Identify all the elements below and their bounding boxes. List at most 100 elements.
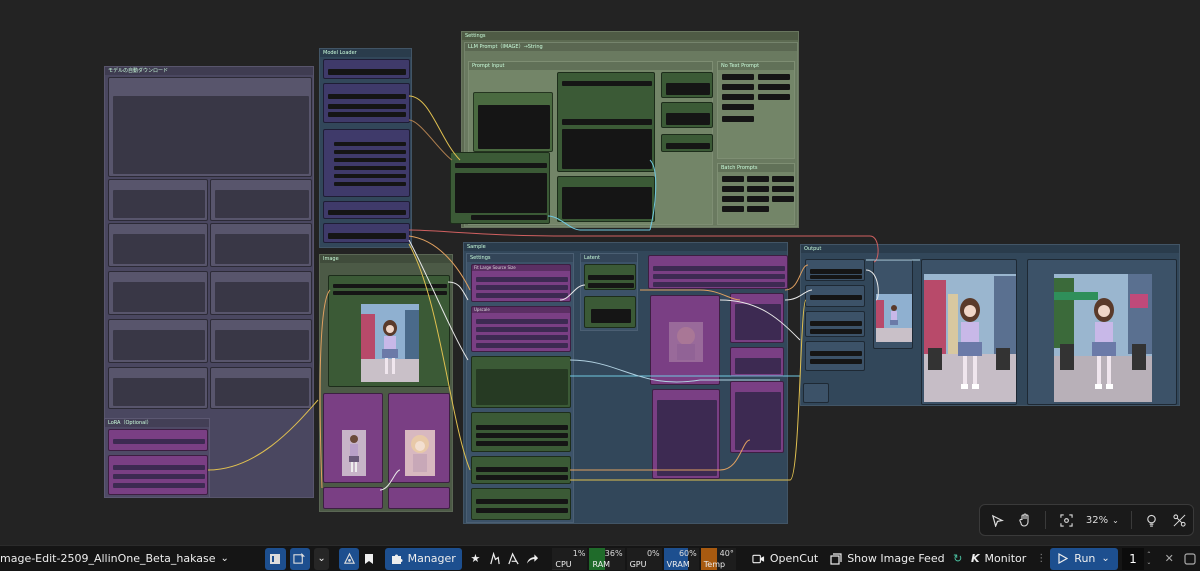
gpu-usage-value: 0% xyxy=(646,548,660,558)
download-node[interactable] xyxy=(108,179,208,221)
preview-node[interactable] xyxy=(650,295,720,385)
batch-count-input[interactable]: 1 xyxy=(1121,547,1145,570)
opencut-button[interactable]: OpenCut xyxy=(746,548,824,570)
vae-loader-node[interactable] xyxy=(323,201,410,219)
image-node[interactable] xyxy=(730,381,784,453)
node-canvas[interactable]: モデルの自動ダウンロード LoRA（Optional） Model Loader… xyxy=(0,0,1200,545)
chevron-down-icon[interactable]: ⌄ xyxy=(314,547,329,570)
share-icon[interactable] xyxy=(523,548,542,570)
workflow-tab[interactable]: mage-Edit-2509_AllinOne_Beta_hakase ⌄ xyxy=(0,548,233,570)
text-node[interactable] xyxy=(652,389,720,479)
link-visibility-icon[interactable] xyxy=(1165,506,1193,534)
image-node[interactable] xyxy=(730,347,784,377)
text-encode-node[interactable] xyxy=(450,152,550,224)
latent-node[interactable] xyxy=(584,296,636,328)
group-batch-prompt[interactable]: Batch Prompts xyxy=(717,163,795,225)
string-node[interactable] xyxy=(661,102,713,128)
video-icon xyxy=(752,554,764,563)
queue-panel-button[interactable] xyxy=(264,547,286,570)
image-node[interactable] xyxy=(388,487,450,509)
model-sampling-node[interactable] xyxy=(323,223,410,243)
bookmark-icon[interactable] xyxy=(359,548,378,570)
flow-icon[interactable] xyxy=(485,548,504,570)
compare-node[interactable] xyxy=(873,259,913,349)
gpu-usage-label: GPU xyxy=(629,559,647,569)
group-image[interactable]: Image xyxy=(319,254,453,512)
step-up-icon[interactable]: ⌃ xyxy=(1146,551,1151,559)
group-sample[interactable]: Sample Settings Fit Large Source Size Up… xyxy=(463,242,788,524)
vram-usage-value: 60% xyxy=(678,548,697,558)
save-node[interactable] xyxy=(805,341,865,371)
download-node[interactable] xyxy=(108,367,208,409)
fit-large-source-size-node[interactable]: Fit Large Source Size xyxy=(471,264,571,302)
image-node[interactable] xyxy=(323,487,383,509)
output-preview-node[interactable] xyxy=(1027,259,1177,405)
download-node[interactable] xyxy=(108,223,208,267)
monitor-button[interactable]: K Monitor xyxy=(965,548,1032,570)
image-to-prompt-node[interactable] xyxy=(557,72,655,172)
load-image-node[interactable] xyxy=(328,275,450,387)
group-title: Latent xyxy=(581,254,637,262)
image-feed-icon xyxy=(830,552,842,565)
refresh-icon[interactable]: ↻ xyxy=(951,548,965,570)
sampler-node[interactable] xyxy=(471,488,571,520)
small-node[interactable] xyxy=(803,383,829,403)
download-node[interactable] xyxy=(210,223,312,267)
unet-loader-node[interactable] xyxy=(323,59,410,79)
download-node[interactable] xyxy=(210,179,312,221)
download-node[interactable] xyxy=(210,271,312,315)
save-node[interactable] xyxy=(805,259,865,281)
zoom-level-dropdown[interactable]: 32% ⌄ xyxy=(1080,515,1125,526)
string-node[interactable] xyxy=(661,72,713,98)
downloader-node[interactable] xyxy=(108,77,312,177)
fit-view-icon[interactable] xyxy=(1052,506,1080,534)
stepper[interactable]: ⌃ ⌄ xyxy=(1144,548,1154,570)
group-no-text-prompt[interactable]: No Text Prompt xyxy=(717,61,795,159)
image-preview-node[interactable] xyxy=(323,393,383,483)
sampler-node[interactable] xyxy=(471,356,571,408)
download-node[interactable] xyxy=(210,367,312,409)
cpu-usage-fill xyxy=(552,568,569,570)
sampler-node[interactable] xyxy=(471,456,571,484)
image-edit-button[interactable] xyxy=(289,547,311,570)
bulb-icon[interactable] xyxy=(1138,506,1166,534)
manager-button[interactable]: Manager xyxy=(384,547,462,570)
show-image-feed-button[interactable]: Show Image Feed xyxy=(824,548,950,570)
panel-icon[interactable] xyxy=(1181,548,1200,570)
run-button[interactable]: Run ⌄ xyxy=(1050,547,1118,570)
clip-loader-node[interactable] xyxy=(323,83,410,123)
text-node[interactable] xyxy=(473,92,553,152)
ksampler-node[interactable] xyxy=(648,255,788,289)
latent-node[interactable] xyxy=(584,264,636,290)
group-latent[interactable]: Latent xyxy=(580,253,638,331)
close-icon[interactable]: ✕ xyxy=(1160,548,1179,570)
prompt-output-node[interactable] xyxy=(557,176,655,222)
step-down-icon[interactable]: ⌄ xyxy=(1146,559,1151,567)
string-node[interactable] xyxy=(661,134,713,152)
group-settings-2[interactable]: Settings Fit Large Source Size Upscale xyxy=(466,253,574,523)
puzzle-icon xyxy=(391,554,403,564)
star-icon[interactable]: ★ xyxy=(466,548,485,570)
flow-alt-icon[interactable] xyxy=(504,548,523,570)
drag-handle-icon[interactable]: ⋮ xyxy=(1036,548,1046,570)
sampler-node[interactable] xyxy=(471,412,571,452)
image-preview-node[interactable] xyxy=(388,393,450,483)
lora-loader-node[interactable] xyxy=(108,455,208,495)
group-model-loader[interactable]: Model Loader xyxy=(319,48,412,248)
save-node[interactable] xyxy=(805,311,865,337)
download-node[interactable] xyxy=(108,319,208,363)
save-node[interactable] xyxy=(805,285,865,307)
upscale-node[interactable]: Upscale xyxy=(471,306,571,352)
mask-editor-button[interactable] xyxy=(338,547,360,570)
hand-icon[interactable] xyxy=(1012,506,1040,534)
divider xyxy=(1130,511,1132,529)
group-lora[interactable]: LoRA（Optional） xyxy=(104,418,210,498)
output-preview-node[interactable] xyxy=(921,259,1017,405)
download-node[interactable] xyxy=(210,319,312,363)
image-node[interactable] xyxy=(730,293,784,343)
lora-stack-node[interactable] xyxy=(323,129,410,197)
lora-loader-node[interactable] xyxy=(108,429,208,451)
group-output[interactable]: Output xyxy=(800,244,1180,406)
select-icon[interactable] xyxy=(984,506,1012,534)
download-node[interactable] xyxy=(108,271,208,315)
